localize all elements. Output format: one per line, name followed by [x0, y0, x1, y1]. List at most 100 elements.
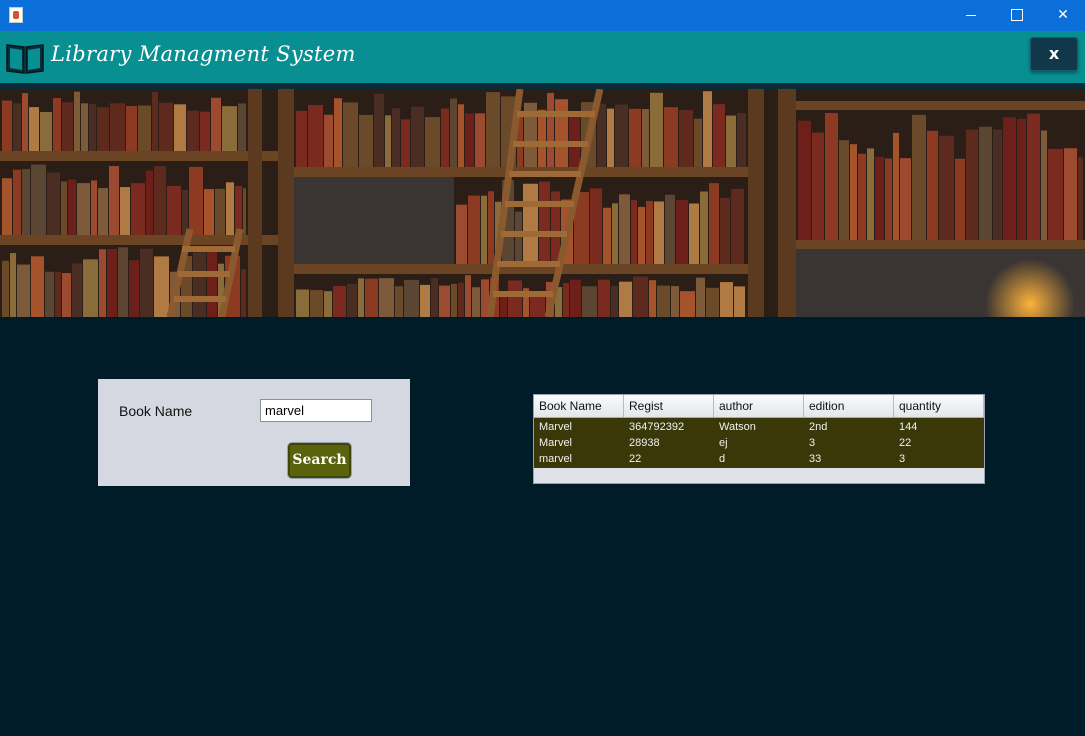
book-spine: [912, 114, 926, 240]
book-spine: [98, 188, 108, 235]
book-spine: [296, 110, 307, 167]
app-title: Library Managment System: [51, 42, 356, 66]
column-header-author[interactable]: author: [714, 395, 804, 417]
book-spine: [154, 256, 169, 317]
book-spine: [619, 194, 630, 264]
column-header-quantity[interactable]: quantity: [894, 395, 984, 417]
minimize-icon: [966, 14, 976, 16]
book-spine: [612, 203, 618, 264]
book-spine: [431, 278, 438, 317]
table-row[interactable]: marvel 22 d 33 3: [534, 451, 984, 467]
maximize-button[interactable]: [994, 0, 1040, 31]
book-spine: [358, 278, 364, 317]
book-spine: [875, 156, 884, 240]
book-spine: [13, 169, 21, 235]
table-cell: ej: [719, 437, 728, 449]
book-spine: [140, 248, 153, 317]
book-spine: [597, 103, 606, 167]
book-spine: [31, 164, 46, 235]
book-spine: [654, 201, 664, 264]
book-spine: [570, 279, 581, 317]
exit-button[interactable]: x: [1030, 37, 1078, 71]
book-spine: [642, 109, 649, 167]
book-spine: [22, 93, 28, 151]
book-spine: [189, 166, 203, 235]
book-spine: [29, 107, 39, 151]
book-spine: [825, 113, 838, 240]
book-spine: [62, 102, 73, 151]
app-header: Library Managment System: [0, 31, 1085, 83]
book-spine: [465, 113, 474, 167]
open-book-icon: [6, 44, 44, 74]
book-spine: [676, 199, 688, 264]
bookshelf-illustration: [0, 89, 1085, 317]
book-spine: [97, 107, 109, 151]
book-spine: [131, 183, 145, 235]
book-spine: [939, 135, 954, 240]
book-spine: [193, 252, 206, 317]
book-spine: [126, 106, 137, 151]
book-spine: [204, 189, 214, 235]
book-spine: [488, 191, 494, 264]
book-spine: [598, 279, 610, 317]
book-spine: [696, 277, 705, 317]
table-cell: 2nd: [809, 421, 828, 433]
book-spine: [726, 115, 736, 167]
book-spine: [379, 278, 394, 317]
book-spine: [993, 129, 1002, 240]
book-spine: [1064, 148, 1077, 240]
book-spine: [118, 247, 128, 317]
book-spine: [850, 144, 857, 240]
book-spine: [650, 92, 663, 167]
book-spine: [411, 106, 424, 167]
book-spine: [679, 109, 693, 167]
book-spine: [979, 126, 992, 240]
book-spine: [215, 188, 225, 235]
table-cell: 144: [899, 421, 918, 433]
book-spine: [310, 290, 323, 317]
table-cell: 364792392: [629, 421, 685, 433]
column-header-book-name[interactable]: Book Name: [534, 395, 624, 417]
book-spine: [91, 180, 97, 235]
column-header-regist[interactable]: Regist: [624, 395, 714, 417]
book-spine: [468, 195, 480, 264]
close-icon: ✕: [1057, 7, 1069, 23]
table-cell: 22: [629, 453, 642, 465]
book-spine: [456, 204, 467, 264]
book-spine: [441, 108, 449, 167]
search-button[interactable]: Search: [288, 443, 351, 478]
table-header: Book Name Regist author edition quantity: [534, 395, 984, 418]
table-row[interactable]: Marvel 28938 ej 3 22: [534, 435, 984, 451]
book-spine: [77, 183, 90, 235]
table-cell: d: [719, 453, 726, 465]
book-spine: [425, 117, 440, 167]
book-spine: [207, 249, 217, 317]
book-spine: [709, 183, 719, 264]
book-spine: [706, 287, 719, 317]
bookshelf-banner-image: [0, 89, 1085, 317]
table-row[interactable]: Marvel 364792392 Watson 2nd 144: [534, 419, 984, 435]
book-spine: [55, 271, 61, 317]
search-panel: Book Name marvel Search: [98, 379, 410, 486]
book-spine: [110, 103, 125, 151]
book-spine: [538, 109, 546, 167]
book-spine: [689, 203, 699, 264]
book-spine: [296, 289, 309, 317]
book-spine: [731, 188, 744, 264]
minimize-button[interactable]: [948, 0, 994, 31]
book-spine: [72, 263, 82, 317]
book-spine: [611, 285, 618, 317]
book-spine: [31, 256, 44, 317]
book-spine: [590, 188, 602, 264]
book-spine: [159, 102, 173, 151]
book-spine: [333, 285, 346, 317]
book-spine: [458, 282, 464, 317]
book-spine: [324, 291, 332, 317]
book-spine: [966, 129, 978, 240]
window-close-button[interactable]: ✕: [1040, 0, 1085, 31]
book-spine: [81, 103, 88, 151]
table-cell: Marvel: [539, 437, 573, 449]
column-header-edition[interactable]: edition: [804, 395, 894, 417]
book-spine: [858, 153, 866, 240]
book-name-input[interactable]: marvel: [260, 399, 372, 422]
